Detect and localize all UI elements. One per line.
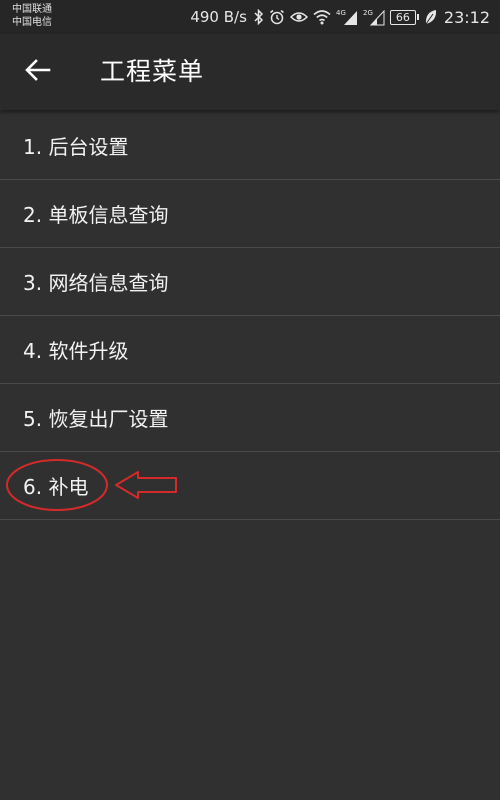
status-icons: 490 B/s 4G 2G 66 23:12 <box>190 0 490 34</box>
signal-2g-icon: 2G <box>363 8 385 26</box>
battery-icon: 66 <box>389 9 419 25</box>
menu-item-label: 5. 恢复出厂设置 <box>23 407 169 431</box>
wifi-icon <box>313 9 331 25</box>
net-speed: 490 B/s <box>190 8 247 26</box>
menu-item-factory-reset[interactable]: 5. 恢复出厂设置 <box>0 384 500 452</box>
signal-4g-icon: 4G <box>336 8 358 26</box>
carrier-2: 中国电信 <box>12 17 52 28</box>
alarm-icon <box>269 9 285 25</box>
menu-list: 1. 后台设置 2. 单板信息查询 3. 网络信息查询 4. 软件升级 5. 恢… <box>0 112 500 520</box>
menu-item-label: 6. 补电 <box>23 475 89 499</box>
menu-item-board-info[interactable]: 2. 单板信息查询 <box>0 180 500 248</box>
carrier-info: 中国联通 中国电信 <box>12 3 52 29</box>
menu-item-label: 3. 网络信息查询 <box>23 271 169 295</box>
carrier-1: 中国联通 <box>12 4 52 15</box>
menu-item-background-settings[interactable]: 1. 后台设置 <box>0 112 500 180</box>
app-bar: 工程菜单 <box>0 34 500 110</box>
menu-item-software-upgrade[interactable]: 4. 软件升级 <box>0 316 500 384</box>
status-bar: 中国联通 中国电信 490 B/s 4G 2G 66 23:12 <box>0 0 500 34</box>
svg-text:2G: 2G <box>363 9 373 17</box>
leaf-icon <box>424 9 437 25</box>
page-title: 工程菜单 <box>100 57 205 86</box>
clock: 23:12 <box>443 7 490 27</box>
svg-text:4G: 4G <box>336 9 346 17</box>
eye-icon <box>289 10 308 24</box>
bluetooth-icon <box>254 9 264 25</box>
battery-level: 66 <box>389 9 416 25</box>
menu-item-label: 2. 单板信息查询 <box>23 203 169 227</box>
menu-item-label: 4. 软件升级 <box>23 339 129 363</box>
menu-item-label: 1. 后台设置 <box>23 135 129 159</box>
arrow-left-icon <box>25 59 51 85</box>
menu-item-network-info[interactable]: 3. 网络信息查询 <box>0 248 500 316</box>
menu-item-battery-recharge[interactable]: 6. 补电 <box>0 452 500 520</box>
back-button[interactable] <box>18 52 58 92</box>
